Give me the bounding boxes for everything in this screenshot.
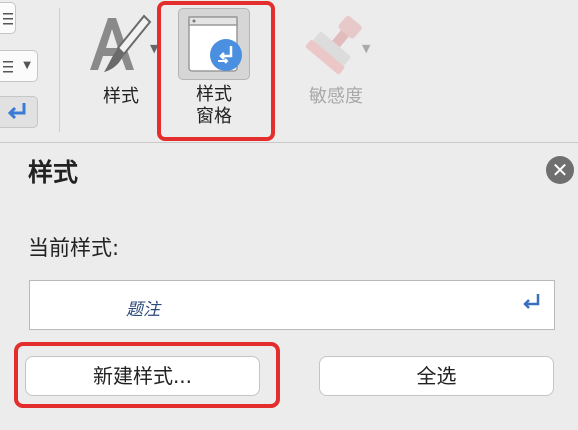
sensitivity-stamp-icon: [305, 15, 362, 75]
sensitivity-label: 敏感度: [309, 86, 363, 107]
return-arrow-icon: [7, 103, 26, 120]
list-lines-icon: [3, 13, 13, 25]
ribbon-divider: [59, 8, 60, 132]
style-pane-icon-frame: [178, 8, 250, 80]
new-style-button[interactable]: 新建样式...: [25, 356, 260, 396]
pane-title: 样式: [28, 158, 79, 187]
styles-label: 样式: [103, 86, 139, 107]
style-pane-icon: [188, 16, 242, 72]
chevron-down-icon: ▼: [362, 42, 371, 55]
ribbon-toolbar: ▼ ▼ 样式 样式 窗格 ▼ 敏感度: [0, 0, 578, 143]
list-lines-icon: [3, 61, 13, 73]
current-style-label: 当前样式:: [28, 236, 120, 260]
return-arrow-icon: [523, 294, 540, 309]
style-pane-label-line2: 窗格: [196, 106, 232, 127]
select-all-button[interactable]: 全选: [319, 356, 554, 396]
current-style-value: 题注: [126, 300, 160, 320]
style-pane-button[interactable]: 样式 窗格: [166, 8, 262, 128]
chevron-down-icon: ▼: [23, 60, 31, 71]
list-format-button[interactable]: [0, 2, 16, 34]
show-formatting-button[interactable]: [0, 96, 38, 128]
sensitivity-button[interactable]: ▼ 敏感度: [290, 12, 382, 108]
styles-gallery-button[interactable]: ▼ 样式: [78, 12, 164, 108]
word-window: ▼ ▼ 样式 样式 窗格 ▼ 敏感度 样式 ✕ 当前样式: 题注 新建样式...…: [0, 0, 578, 430]
current-style-field[interactable]: 题注: [29, 280, 555, 330]
close-icon[interactable]: ✕: [546, 156, 574, 184]
styles-brush-icon: [90, 14, 152, 72]
chevron-down-icon: ▼: [150, 42, 159, 55]
styles-pane: 样式 ✕ 当前样式: 题注 新建样式... 全选: [0, 143, 578, 430]
style-pane-label-line1: 样式: [196, 84, 232, 105]
list-dropdown-button[interactable]: ▼: [0, 50, 38, 82]
